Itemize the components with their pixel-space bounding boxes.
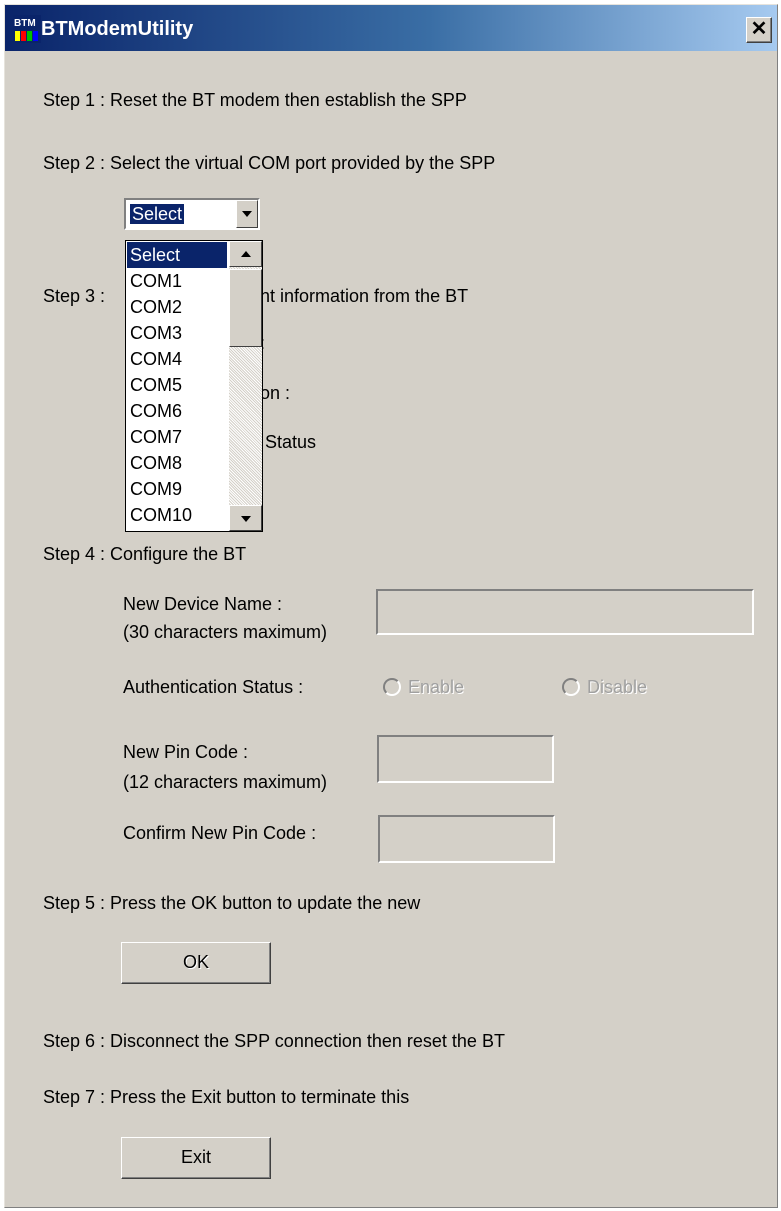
device-name-hint: (30 characters maximum)	[123, 622, 328, 642]
dropdown-option-com7[interactable]: COM7	[127, 424, 227, 450]
step1-text: Step 1 : Reset the BT modem then establi…	[43, 90, 467, 110]
dropdown-option-com5[interactable]: COM5	[127, 372, 227, 398]
com-port-select[interactable]: Select	[124, 198, 260, 230]
btm-app-icon: BTM	[13, 15, 41, 43]
dropdown-option-com2[interactable]: COM2	[127, 294, 227, 320]
device-name-field[interactable]	[376, 589, 754, 635]
step6-text: Step 6 : Disconnect the SPP connection t…	[43, 1031, 505, 1051]
auth-disable-label[interactable]: Disable	[587, 676, 647, 698]
step4-text: Step 4 : Configure the BT	[43, 544, 247, 564]
title-bar[interactable]: BTM BTModemUtility ✕	[5, 5, 777, 51]
step2-text: Step 2 : Select the virtual COM port pro…	[43, 153, 496, 173]
com-port-selected-value: Select	[130, 204, 185, 224]
dropdown-option-com6[interactable]: COM6	[127, 398, 227, 424]
chevron-up-icon	[241, 251, 251, 257]
step3-field2-label-tail: on :	[260, 383, 291, 403]
step5-text: Step 5 : Press the OK button to update t…	[43, 893, 421, 913]
device-name-label: New Device Name :	[123, 594, 283, 614]
confirm-pin-label: Confirm New Pin Code :	[123, 823, 317, 843]
chevron-down-icon	[242, 211, 252, 217]
dropdown-scrollbar[interactable]	[229, 241, 262, 531]
new-pin-label: New Pin Code :	[123, 742, 249, 762]
close-icon: ✕	[750, 18, 768, 40]
chevron-down-icon	[241, 516, 251, 522]
step3-text-tail: nt information from the BT	[260, 286, 469, 306]
confirm-pin-field[interactable]	[378, 815, 555, 863]
scroll-down-button[interactable]	[229, 505, 262, 531]
dropdown-option-com3[interactable]: COM3	[127, 320, 227, 346]
dropdown-option-com9[interactable]: COM9	[127, 476, 227, 502]
dropdown-option-select[interactable]: Select	[127, 242, 227, 268]
authentication-status-label: Authentication Status :	[123, 677, 304, 697]
window-title: BTModemUtility	[41, 18, 194, 40]
ok-button[interactable]: OK	[121, 942, 271, 984]
btmodem-utility-window: BTM BTModemUtility ✕ Step 1 : Reset the …	[4, 4, 778, 1208]
new-pin-field[interactable]	[377, 735, 554, 783]
step7-text: Step 7 : Press the Exit button to termin…	[43, 1087, 410, 1107]
dropdown-option-com10[interactable]: COM10	[127, 502, 227, 528]
dropdown-option-com1[interactable]: COM1	[127, 268, 227, 294]
close-button[interactable]: ✕	[746, 17, 772, 43]
com-port-dropdown-button[interactable]	[236, 200, 258, 228]
step3-field3-label-tail: Status	[265, 432, 317, 452]
dropdown-option-com4[interactable]: COM4	[127, 346, 227, 372]
new-pin-hint: (12 characters maximum)	[123, 772, 328, 792]
app-icon-text: BTM	[14, 18, 36, 29]
scroll-up-button[interactable]	[229, 241, 262, 267]
com-port-dropdown-list[interactable]: Select COM1 COM2 COM3 COM4 COM5 COM6 COM…	[125, 240, 263, 532]
dropdown-option-com8[interactable]: COM8	[127, 450, 227, 476]
scroll-thumb[interactable]	[229, 269, 262, 347]
exit-button[interactable]: Exit	[121, 1137, 271, 1179]
auth-enable-label[interactable]: Enable	[408, 676, 464, 698]
auth-enable-radio[interactable]	[383, 678, 401, 696]
auth-disable-radio[interactable]	[562, 678, 580, 696]
step3-prefix: Step 3 :	[43, 286, 106, 306]
